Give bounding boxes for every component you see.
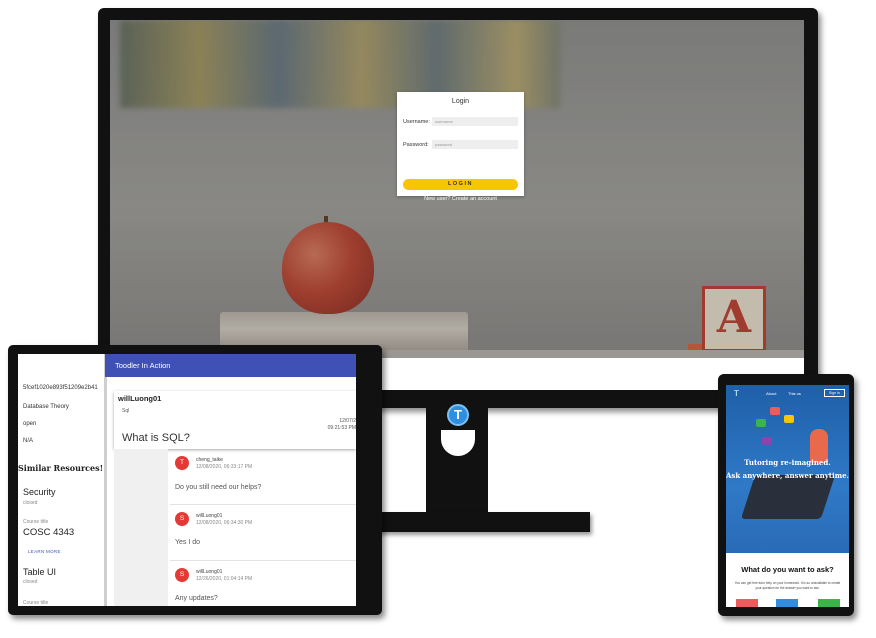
category-card[interactable]: [818, 599, 840, 607]
category-card[interactable]: [736, 599, 758, 607]
app-title: Toodler In Action: [115, 361, 171, 370]
username-label: Username:: [403, 119, 430, 125]
resource-sidebar: 5fcef1020e893f51209e2b41 Database Theory…: [18, 354, 107, 606]
hero-subheadline: Ask anywhere, answer anytime.: [726, 471, 849, 480]
hero-headline: Tutoring re-imagined.: [744, 458, 831, 467]
question-author: willLuong01: [118, 394, 162, 403]
similar-resources-heading: Similar Resources!: [18, 463, 104, 473]
avatar: S: [175, 568, 189, 582]
reply-text: Any updates?: [175, 595, 218, 602]
reply-text: Do you still need our helps?: [175, 484, 262, 491]
resource-course-code: COSC 4343: [23, 527, 75, 538]
login-form: Login Username: username Password: passw…: [397, 92, 524, 196]
resource-status: open: [23, 421, 37, 427]
monitor-screen: A Login Username: username Password: pas…: [110, 20, 804, 390]
reply-author: willLuong01: [196, 513, 223, 519]
question-date: 12/07/2: [339, 418, 356, 424]
resource-item-status: closed: [23, 500, 38, 506]
category-card[interactable]: [776, 599, 798, 607]
floating-app-icon: [762, 437, 772, 445]
tablet-screen: 5fcef1020e893f51209e2b41 Database Theory…: [18, 354, 356, 606]
hero-section: T About This us Sign In Tutoring re-imag…: [726, 385, 849, 553]
reply-author: willLuong01: [196, 569, 223, 575]
resource-extra: N/A: [23, 438, 34, 444]
reply-divider: [170, 560, 356, 561]
ask-heading: What do you want to ask?: [741, 565, 834, 574]
sign-in-button[interactable]: Sign In: [824, 389, 845, 397]
floating-app-icon: [756, 419, 766, 427]
nav-link-this-us[interactable]: This us: [788, 391, 801, 396]
reply-author: cheng_taike: [196, 457, 223, 463]
password-label: Password:: [403, 142, 429, 148]
resource-item-status: closed: [23, 579, 38, 585]
replies-gutter: [114, 449, 168, 606]
floating-app-icon: [784, 415, 794, 423]
signup-link[interactable]: New user? Create an account: [397, 196, 524, 202]
question-time: 09:21:53 PM: [327, 425, 356, 431]
app-header: Toodler In Action: [105, 354, 356, 377]
question-tag: Sql: [122, 408, 130, 414]
question-text: What is SQL?: [122, 432, 190, 444]
resource-course-label: Course title: [23, 519, 49, 525]
avatar: T: [175, 456, 189, 470]
resource-course-label: Course title: [23, 600, 49, 606]
reply-date: 12/08/2020, 06:34:30 PM: [196, 520, 253, 526]
nav-link-about[interactable]: About: [766, 391, 776, 396]
reply-date: 12/26/2020, 01:04:14 PM: [196, 576, 253, 582]
reply-date: 12/08/2020, 06:33:17 PM: [196, 464, 253, 470]
learn-more-button[interactable]: LEARN MORE: [28, 549, 61, 554]
ask-description: You can get free tutor help on your home…: [734, 581, 841, 590]
login-button[interactable]: LOGIN: [403, 179, 518, 190]
resource-item-title[interactable]: Security: [23, 487, 56, 497]
username-input[interactable]: username: [432, 117, 518, 126]
resource-topic: Database Theory: [23, 404, 69, 410]
avatar: S: [175, 512, 189, 526]
question-timestamp: 12/07/2 09:21:53 PM: [328, 418, 356, 432]
reply-text: Yes I do: [175, 539, 201, 546]
question-card[interactable]: willLuong01 Sql 12/07/2 09:21:53 PM What …: [114, 391, 356, 449]
password-input[interactable]: password: [432, 140, 518, 149]
login-title: Login: [451, 98, 470, 105]
resource-id: 5fcef1020e893f51209e2b41: [23, 385, 98, 391]
floating-app-icon: [770, 407, 780, 415]
illustration-device: [740, 475, 836, 519]
phone-screen: T About This us Sign In Tutoring re-imag…: [726, 385, 849, 607]
phone-logo-icon[interactable]: T: [734, 389, 739, 398]
resource-item-title[interactable]: Table UI: [23, 567, 56, 577]
reply-divider: [170, 504, 356, 505]
brand-logo-icon: T: [447, 404, 469, 426]
